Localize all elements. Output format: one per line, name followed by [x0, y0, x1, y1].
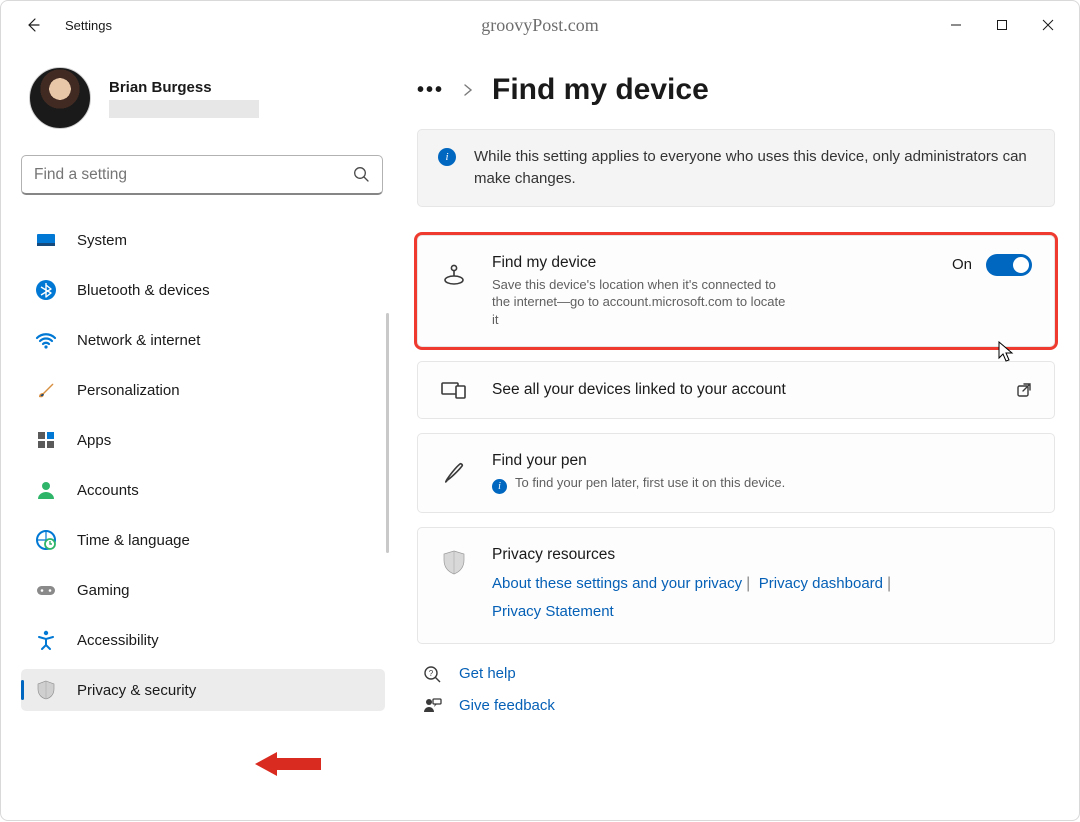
- link-privacy-dashboard[interactable]: Privacy dashboard: [759, 575, 883, 592]
- search-box[interactable]: [21, 155, 383, 195]
- svg-text:?: ?: [429, 669, 434, 678]
- close-button[interactable]: [1025, 9, 1071, 41]
- get-help-link[interactable]: ? Get help: [417, 658, 1055, 690]
- watermark-text: groovyPost.com: [481, 15, 599, 36]
- sidebar-item-label: System: [77, 232, 127, 249]
- profile-name: Brian Burgess: [109, 79, 259, 96]
- info-icon: i: [492, 479, 507, 494]
- nav-list: System Bluetooth & devices Network & int…: [21, 219, 385, 822]
- sidebar-item-label: Time & language: [77, 532, 190, 549]
- card-title: Find your pen: [492, 452, 1032, 470]
- back-button[interactable]: [17, 9, 49, 41]
- give-feedback-link[interactable]: Give feedback: [417, 690, 1055, 722]
- card-see-devices[interactable]: See all your devices linked to your acco…: [417, 361, 1055, 419]
- gamepad-icon: [35, 579, 57, 601]
- card-subtitle: iTo find your pen later, first use it on…: [492, 474, 1032, 494]
- find-my-device-toggle[interactable]: [986, 254, 1032, 276]
- avatar: [29, 67, 91, 129]
- breadcrumb: ••• Find my device: [417, 73, 1055, 107]
- breadcrumb-more-icon[interactable]: •••: [417, 79, 444, 102]
- sidebar-item-label: Bluetooth & devices: [77, 282, 210, 299]
- sidebar-item-accessibility[interactable]: Accessibility: [21, 619, 385, 661]
- shield-icon: [440, 550, 468, 576]
- footer-links: ? Get help Give feedback: [417, 658, 1055, 722]
- brush-icon: [35, 379, 57, 401]
- sidebar-item-system[interactable]: System: [21, 219, 385, 261]
- card-find-pen: Find your pen iTo find your pen later, f…: [417, 433, 1055, 513]
- main-content: ••• Find my device i While this setting …: [393, 49, 1079, 822]
- card-title: Find my device: [492, 254, 928, 272]
- chevron-right-icon: [462, 84, 474, 96]
- search-icon: [353, 166, 370, 183]
- sidebar-item-time-language[interactable]: Time & language: [21, 519, 385, 561]
- globe-clock-icon: [35, 529, 57, 551]
- sidebar-item-label: Personalization: [77, 382, 180, 399]
- sidebar-item-label: Accounts: [77, 482, 139, 499]
- devices-icon: [440, 380, 468, 400]
- bluetooth-icon: [35, 279, 57, 301]
- link-label: Give feedback: [459, 697, 555, 714]
- minimize-button[interactable]: [933, 9, 979, 41]
- open-link-icon: [1016, 382, 1032, 398]
- feedback-icon: [421, 696, 443, 716]
- nav-scrollbar[interactable]: [386, 313, 389, 553]
- page-title: Find my device: [492, 73, 709, 107]
- shield-icon: [35, 679, 57, 701]
- sidebar-item-personalization[interactable]: Personalization: [21, 369, 385, 411]
- help-icon: ?: [421, 664, 443, 684]
- link-privacy-statement[interactable]: Privacy Statement: [492, 603, 614, 620]
- app-title: Settings: [65, 18, 112, 33]
- sidebar-item-privacy-security[interactable]: Privacy & security: [21, 669, 385, 711]
- sidebar-item-label: Network & internet: [77, 332, 200, 349]
- card-title: Privacy resources: [492, 546, 1032, 564]
- apps-icon: [35, 429, 57, 451]
- system-icon: [35, 229, 57, 251]
- sidebar-item-label: Accessibility: [77, 632, 159, 649]
- info-banner: i While this setting applies to everyone…: [417, 129, 1055, 207]
- sidebar-item-apps[interactable]: Apps: [21, 419, 385, 461]
- sidebar-item-gaming[interactable]: Gaming: [21, 569, 385, 611]
- sidebar-item-bluetooth[interactable]: Bluetooth & devices: [21, 269, 385, 311]
- sidebar-item-label: Privacy & security: [77, 682, 196, 699]
- toggle-state-label: On: [952, 256, 972, 273]
- wifi-icon: [35, 329, 57, 351]
- sidebar-item-network[interactable]: Network & internet: [21, 319, 385, 361]
- profile-block[interactable]: Brian Burgess: [21, 67, 385, 129]
- card-find-my-device: Find my device Save this device's locati…: [417, 235, 1055, 348]
- location-pin-icon: [440, 260, 468, 286]
- sidebar-item-label: Apps: [77, 432, 111, 449]
- person-icon: [35, 479, 57, 501]
- window-controls: [933, 9, 1071, 41]
- info-text: While this setting applies to everyone w…: [474, 146, 1034, 190]
- sidebar: Brian Burgess System Bluetooth & devices…: [1, 49, 393, 822]
- card-subtitle: Save this device's location when it's co…: [492, 276, 792, 329]
- profile-email-redacted: [109, 100, 259, 118]
- sidebar-item-label: Gaming: [77, 582, 130, 599]
- link-about-settings[interactable]: About these settings and your privacy: [492, 575, 742, 592]
- pen-icon: [440, 460, 468, 486]
- accessibility-icon: [35, 629, 57, 651]
- sidebar-item-accounts[interactable]: Accounts: [21, 469, 385, 511]
- link-label: Get help: [459, 665, 516, 682]
- search-input[interactable]: [34, 166, 353, 184]
- maximize-button[interactable]: [979, 9, 1025, 41]
- titlebar: Settings groovyPost.com: [1, 1, 1079, 49]
- info-icon: i: [438, 148, 456, 166]
- card-title: See all your devices linked to your acco…: [492, 381, 992, 399]
- card-privacy-resources: Privacy resources About these settings a…: [417, 527, 1055, 643]
